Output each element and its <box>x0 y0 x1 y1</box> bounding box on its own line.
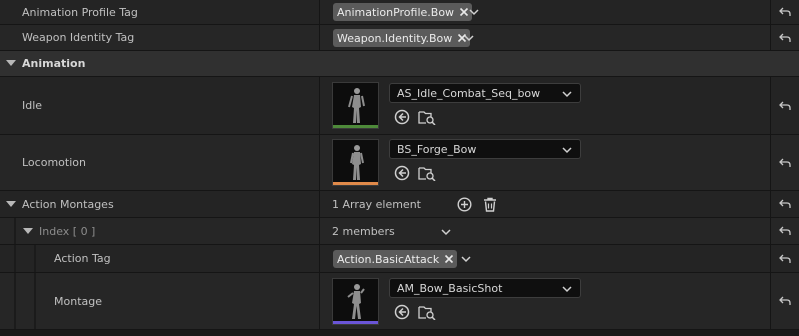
details-panel: Animation Profile Tag AnimationProfile.B… <box>0 0 799 336</box>
chevron-down-icon[interactable] <box>460 253 472 265</box>
property-label-group: Index [ 0 ] <box>23 218 95 244</box>
property-label: Locomotion <box>22 156 86 169</box>
property-row-action-montages: Action Montages 1 Array element <box>0 191 799 218</box>
asset-name: BS_Forge_Bow <box>397 142 477 156</box>
array-count: 1 Array element <box>332 197 421 211</box>
use-selected-asset-icon[interactable] <box>393 108 411 126</box>
reset-to-default-icon[interactable] <box>770 218 799 244</box>
property-label: Index [ 0 ] <box>39 224 96 238</box>
browse-to-asset-icon[interactable] <box>418 303 436 321</box>
use-selected-asset-icon[interactable] <box>393 164 411 182</box>
property-label: Action Tag <box>54 252 111 265</box>
browse-to-asset-icon[interactable] <box>418 164 436 182</box>
chevron-down-icon <box>562 144 572 157</box>
property-label: Idle <box>22 99 43 112</box>
chevron-down-icon[interactable] <box>468 6 480 18</box>
mannequin-thumbnail-icon <box>350 145 364 180</box>
property-row-idle: Idle AS_Idle_Combat_Seq_bow <box>0 77 799 135</box>
member-count: 2 members <box>332 224 395 238</box>
mannequin-thumbnail-icon <box>347 284 365 319</box>
reset-to-default-icon[interactable] <box>770 191 799 217</box>
property-row-weapon-identity-tag: Weapon Identity Tag Weapon.Identity.Bow <box>0 25 799 51</box>
tag-label: AnimationProfile.Bow <box>337 5 455 19</box>
gameplay-tag-chip[interactable]: Weapon.Identity.Bow <box>333 29 471 47</box>
property-row-action-tag: Action Tag Action.BasicAttack <box>0 245 799 273</box>
property-label: Action Montages <box>22 197 114 211</box>
asset-type-color-bar <box>333 321 378 324</box>
reset-to-default-icon[interactable] <box>770 135 799 190</box>
asset-type-color-bar <box>333 182 378 185</box>
reset-to-default-icon[interactable] <box>770 0 799 24</box>
gameplay-tag-chip[interactable]: Action.BasicAttack <box>333 250 458 268</box>
asset-name: AS_Idle_Combat_Seq_bow <box>397 86 541 100</box>
chevron-down-icon[interactable] <box>440 226 452 238</box>
asset-thumbnail[interactable] <box>332 278 379 325</box>
asset-picker-combo[interactable]: AM_Bow_BasicShot <box>389 278 581 298</box>
category-row-animation[interactable]: Animation <box>0 51 799 77</box>
caret-down-icon[interactable] <box>23 225 33 238</box>
chevron-down-icon <box>562 283 572 296</box>
tag-label: Weapon.Identity.Bow <box>337 31 453 45</box>
delete-all-icon[interactable] <box>481 195 499 213</box>
chevron-down-icon[interactable] <box>463 32 475 44</box>
asset-thumbnail[interactable] <box>332 82 379 129</box>
caret-down-icon[interactable] <box>6 198 16 211</box>
browse-to-asset-icon[interactable] <box>418 108 436 126</box>
property-label: Montage <box>54 294 102 308</box>
gameplay-tag-chip[interactable]: AnimationProfile.Bow <box>333 3 473 21</box>
tag-label: Action.BasicAttack <box>337 252 440 266</box>
caret-down-icon[interactable] <box>6 57 16 70</box>
category-label: Animation <box>22 57 86 70</box>
asset-type-color-bar <box>333 125 378 128</box>
reset-to-default-icon[interactable] <box>770 77 799 134</box>
property-label: Animation Profile Tag <box>22 5 138 19</box>
category-header: Animation <box>6 51 85 76</box>
mannequin-thumbnail-icon <box>348 88 365 123</box>
chevron-down-icon <box>562 88 572 101</box>
remove-tag-icon[interactable] <box>443 253 455 265</box>
property-label: Weapon Identity Tag <box>22 31 135 44</box>
reset-to-default-icon[interactable] <box>770 25 799 50</box>
asset-name: AM_Bow_BasicShot <box>397 281 503 295</box>
property-label-group: Action Montages <box>6 191 114 217</box>
property-row-animation-profile-tag: Animation Profile Tag AnimationProfile.B… <box>0 0 799 25</box>
asset-picker-combo[interactable]: AS_Idle_Combat_Seq_bow <box>389 83 581 103</box>
property-row-montage: Montage AM_Bow_BasicShot <box>0 273 799 330</box>
use-selected-asset-icon[interactable] <box>393 303 411 321</box>
add-element-icon[interactable] <box>455 195 473 213</box>
reset-to-default-icon[interactable] <box>770 273 799 329</box>
property-row-locomotion: Locomotion BS_Forge_Bow <box>0 135 799 191</box>
asset-thumbnail[interactable] <box>332 139 379 186</box>
reset-to-default-icon[interactable] <box>770 245 799 272</box>
property-row-index-0: Index [ 0 ] 2 members <box>0 218 799 245</box>
asset-picker-combo[interactable]: BS_Forge_Bow <box>389 139 581 159</box>
